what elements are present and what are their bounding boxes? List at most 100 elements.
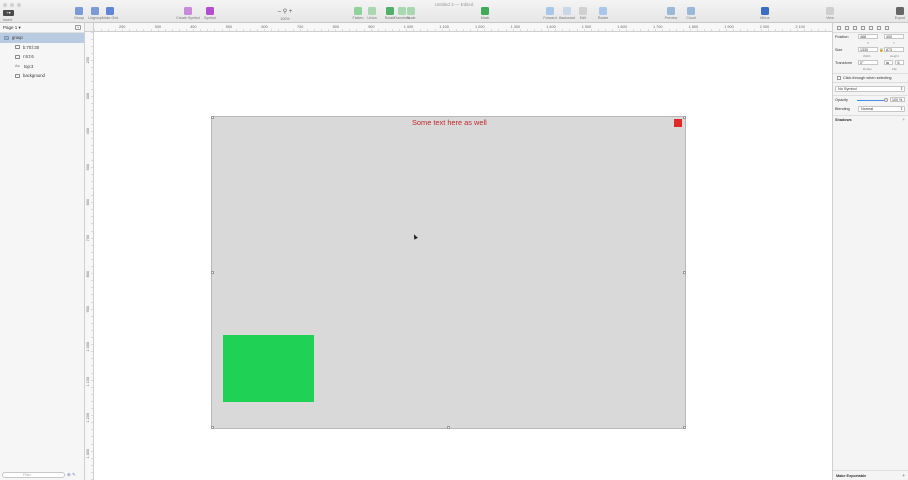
ruler-corner: [85, 23, 94, 32]
zoom-level: 100%: [280, 17, 290, 21]
opacity-slider-knob[interactable]: [884, 98, 888, 102]
canvas-text-layer[interactable]: Some text here as well: [412, 118, 487, 127]
make-grid-button[interactable]: Make Grid: [99, 7, 121, 20]
mirror-button[interactable]: Mirror: [754, 7, 776, 20]
symbol-label: Symbol: [204, 16, 216, 20]
forward-label: Forward: [543, 16, 557, 20]
ruler-y-tick: 800: [86, 270, 90, 277]
layer-row-top-3[interactable]: Aa top:3: [0, 62, 84, 72]
add-shadow-button[interactable]: +: [902, 117, 905, 122]
opacity-slider[interactable]: [857, 100, 885, 101]
layers-sidebar: Page 1 ▾ + group b:70:l:30 r:6:t:6 Aa top:3 b…: [0, 23, 85, 480]
align-center-icon[interactable]: [845, 25, 849, 30]
rotate-copies-button[interactable]: Rotate: [592, 7, 614, 20]
edit-button[interactable]: Edit: [572, 7, 594, 20]
ruler-y-tick: 300: [86, 92, 90, 99]
union-label: Union: [367, 16, 377, 20]
align-top-icon[interactable]: [861, 25, 865, 30]
ruler-x-tick: 1 800: [688, 25, 699, 29]
ruler-x-tick: 1 300: [510, 25, 521, 29]
position-y-field[interactable]: 400: [884, 34, 904, 39]
layer-row-r-6-t-6[interactable]: r:6:t:6: [0, 52, 84, 62]
background-layer[interactable]: Some text here as well: [211, 116, 686, 429]
ruler-y-tick: 900: [86, 306, 90, 313]
width-label: Width: [863, 54, 871, 58]
resize-handle-right[interactable]: [683, 271, 686, 274]
green-rectangle-layer[interactable]: [223, 335, 314, 402]
width-field[interactable]: 1330: [858, 47, 878, 52]
flip-label: Flip: [892, 67, 897, 71]
align-middle-icon[interactable]: [869, 25, 873, 30]
ungroup-icon: [91, 7, 99, 15]
red-square-layer[interactable]: [674, 119, 682, 127]
ruler-x-tick: 2 100: [795, 25, 805, 29]
resize-handle-top-left[interactable]: [211, 116, 214, 119]
resize-handle-bottom-right[interactable]: [683, 426, 686, 429]
layer-row-group[interactable]: group: [0, 33, 84, 43]
position-x-field[interactable]: 468: [858, 34, 878, 39]
rotate-copies-icon: [599, 7, 607, 15]
click-through-checkbox[interactable]: [837, 76, 841, 80]
forward-icon: [546, 7, 554, 15]
page-selector[interactable]: Page 1 ▾ +: [0, 23, 84, 33]
scale-icon: [407, 7, 415, 15]
add-page-button[interactable]: +: [75, 25, 81, 30]
ruler-x-tick: 800: [332, 25, 339, 29]
layer-row-b-70-l-30[interactable]: b:70:l:30: [0, 43, 84, 53]
ruler-x-tick: 1 700: [653, 25, 663, 29]
click-through-row[interactable]: Click-through when selecting: [833, 73, 908, 82]
edit-label: Edit: [579, 16, 587, 20]
click-through-label: Click-through when selecting: [843, 76, 892, 80]
align-right-icon[interactable]: [853, 25, 857, 30]
distribute-icon[interactable]: [885, 25, 889, 30]
preview-button[interactable]: Preview: [660, 7, 682, 20]
zoom-out-button[interactable]: –: [278, 9, 281, 15]
canvas[interactable]: Some text here as well: [94, 33, 832, 480]
resize-handle-bottom[interactable]: [447, 426, 450, 429]
cloud-button[interactable]: Cloud: [680, 7, 702, 20]
symbol-select[interactable]: No Symbol ⇕: [835, 86, 905, 92]
blending-select[interactable]: Normal ⇕: [858, 106, 905, 112]
add-export-button[interactable]: +: [902, 473, 905, 478]
symbol-select-value: No Symbol: [838, 87, 857, 91]
size-row: Size 1330 🔒 873 Width Height: [833, 46, 908, 59]
resize-handle-left[interactable]: [211, 271, 214, 274]
scale-button[interactable]: Scale: [400, 7, 422, 20]
zoom-control[interactable]: – ⚲ +: [274, 8, 296, 15]
resize-handle-top-right[interactable]: [683, 116, 686, 119]
mask-button[interactable]: Mask: [474, 7, 496, 20]
ruler-x-tick: 1 600: [617, 25, 627, 29]
vertical-ruler[interactable]: 200 300 400 500 600 700 800 900 1 000 1 100 1 200 1…: [85, 32, 94, 480]
insert-button[interactable]: +▾: [3, 10, 14, 16]
layer-label: b:70:l:30: [23, 44, 40, 50]
filter-input[interactable]: Filter: [2, 472, 65, 478]
shadows-row: Shadows +: [833, 115, 908, 125]
ruler-x-tick: 300: [154, 25, 161, 29]
flip-vertical-button[interactable]: ⇅: [895, 60, 904, 65]
ruler-y-tick: 1 000: [86, 341, 90, 352]
horizontal-ruler[interactable]: 200 300 400 500 600 700 800 900 1 000 1 100 1 200 1…: [94, 23, 832, 32]
opacity-field[interactable]: 100 %: [890, 97, 905, 102]
transform-row: Transform 0° ⇋ ⇅ Rotate Flip: [833, 59, 908, 73]
opacity-label: Opacity: [835, 98, 848, 102]
make-exportable-row[interactable]: Make Exportable +: [833, 470, 908, 480]
rotate-label: Rotate: [863, 67, 872, 71]
align-bottom-icon[interactable]: [877, 25, 881, 30]
symbol-button[interactable]: Symbol: [199, 7, 221, 20]
layer-row-background[interactable]: background: [0, 71, 84, 81]
x-label: X: [867, 41, 870, 45]
ruler-y-tick: 500: [86, 163, 90, 171]
ruler-x-tick: 500: [225, 25, 233, 29]
view-button[interactable]: View: [819, 7, 841, 20]
make-grid-label: Make Grid: [101, 16, 119, 20]
resize-handle-bottom-left[interactable]: [211, 426, 214, 429]
filter-options-icon[interactable]: ⊕ ✎: [67, 472, 76, 478]
flip-horizontal-button[interactable]: ⇋: [884, 60, 893, 65]
mask-label: Mask: [480, 16, 490, 20]
height-field[interactable]: 873: [884, 47, 904, 52]
rotate-field[interactable]: 0°: [858, 60, 878, 65]
align-left-icon[interactable]: [837, 25, 841, 30]
zoom-in-button[interactable]: +: [289, 9, 293, 15]
export-button[interactable]: Export: [889, 7, 908, 20]
create-symbol-button[interactable]: Create Symbol: [176, 7, 200, 20]
